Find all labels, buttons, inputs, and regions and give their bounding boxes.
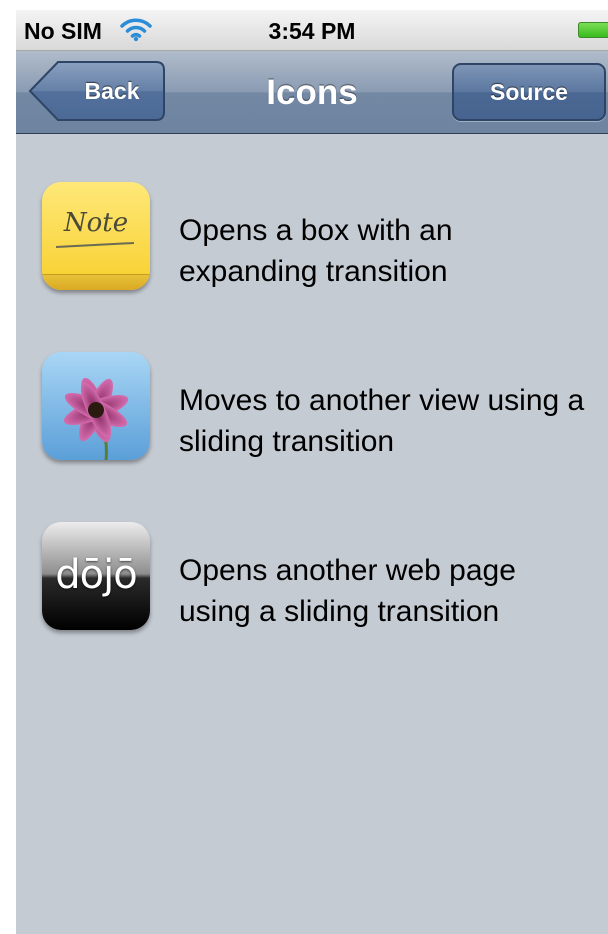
list-item-description: Opens a box with an expanding transition xyxy=(179,214,453,288)
battery-icon xyxy=(578,22,608,38)
list-item-description: Moves to another view using a sliding tr… xyxy=(179,384,585,458)
dojo-logo-icon[interactable]: dōjō xyxy=(42,522,150,630)
status-time: 3:54 PM xyxy=(268,18,356,44)
flower-photo-icon[interactable] xyxy=(42,352,150,460)
source-button-label: Source xyxy=(490,79,568,105)
dojo-logo-text: dōjō xyxy=(55,552,137,598)
screen: No SIM 3:54 PM Back Icons Source Note Op… xyxy=(16,10,608,934)
note-icon-text: Note xyxy=(63,208,129,238)
list-item-flower[interactable]: Moves to another view using a sliding tr… xyxy=(16,352,608,468)
note-icon[interactable]: Note xyxy=(42,182,150,290)
list-item-note[interactable]: Note Opens a box with an expanding trans… xyxy=(16,182,608,298)
list-item-description: Opens another web page using a sliding t… xyxy=(179,554,516,628)
status-bar: No SIM 3:54 PM xyxy=(16,10,608,51)
navigation-bar: Back Icons Source xyxy=(16,51,608,134)
list-item-dojo[interactable]: dōjō Opens another web page using a slid… xyxy=(16,522,608,638)
source-button[interactable]: Source xyxy=(452,63,606,121)
